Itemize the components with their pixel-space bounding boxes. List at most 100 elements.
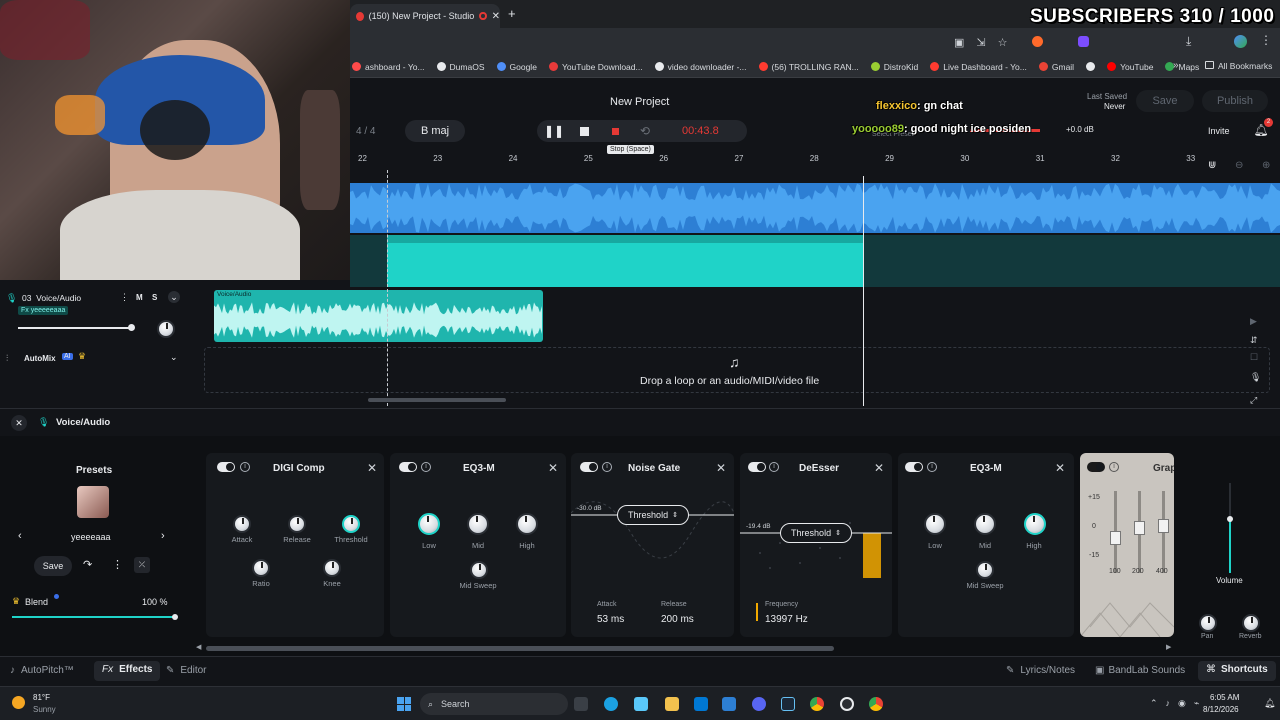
low-knob[interactable] (924, 513, 946, 535)
time-signature[interactable]: 4 / 4 (356, 126, 375, 137)
profile-avatar[interactable] (1234, 35, 1247, 48)
project-title[interactable]: New Project (610, 96, 669, 108)
info-icon[interactable]: i (421, 462, 431, 472)
threshold-control[interactable]: Threshold ⇕ (617, 505, 689, 525)
frequency-value[interactable]: 13997 Hz (765, 614, 808, 625)
horizontal-scrollbar[interactable] (368, 398, 506, 402)
record-button[interactable] (607, 123, 623, 139)
knee-knob[interactable] (323, 559, 341, 577)
eq-fader-handle[interactable] (1110, 531, 1121, 545)
notification-center-icon[interactable]: 🔔︎ (1264, 698, 1275, 709)
fx-chip[interactable]: Fx yeeeeeaaa (18, 306, 69, 315)
steam-icon[interactable] (781, 697, 795, 711)
bookmark-item[interactable]: video downloader -... (654, 62, 747, 72)
low-knob[interactable] (418, 513, 440, 535)
fx-toggle[interactable] (1087, 462, 1105, 472)
bandlab-sounds-button[interactable]: ▣ BandLab Sounds (1095, 665, 1185, 676)
loop-library-icon[interactable]: ⇵ (1250, 335, 1258, 346)
voice-audio-clip[interactable]: Voice/Audio (214, 290, 543, 342)
bookmark-item[interactable]: Live Dashboard - Yo... (930, 62, 1027, 72)
info-icon[interactable]: i (927, 462, 937, 472)
pause-button[interactable]: ❚❚ (544, 123, 564, 139)
weather-icon[interactable] (12, 696, 25, 709)
mid-sweep-knob[interactable] (976, 561, 994, 579)
info-icon[interactable]: i (602, 462, 612, 472)
bookmark-item[interactable]: YouTube (1107, 62, 1153, 72)
expand-track-icon[interactable]: ⌄ (168, 291, 180, 303)
fx-scroll-left-icon[interactable]: ◀ (196, 643, 201, 651)
chrome-icon-2[interactable] (869, 697, 883, 711)
bookmark-item[interactable]: (56) TROLLING RAN... (758, 62, 859, 72)
drop-zone[interactable]: ♫ Drop a loop or an audio/MIDI/video fil… (204, 347, 1270, 393)
stop-button[interactable] (576, 123, 592, 139)
start-button[interactable] (397, 697, 411, 711)
chrome-icon[interactable] (810, 697, 824, 711)
close-fx-card-icon[interactable]: ✕ (367, 461, 377, 475)
shortcuts-button[interactable]: ⌘ Shortcuts (1198, 661, 1276, 681)
playhead[interactable] (863, 176, 864, 406)
mid-knob[interactable] (974, 513, 996, 535)
eq-fader-handle[interactable] (1134, 521, 1145, 535)
tray-icons[interactable]: ⌃♪◉⌁ (1150, 698, 1207, 709)
mid-knob[interactable] (467, 513, 489, 535)
solo-button[interactable]: S (152, 293, 157, 302)
close-fx-card-icon[interactable]: ✕ (548, 461, 558, 475)
chat-icon[interactable]: ☐ (1250, 352, 1258, 363)
microphone-icon[interactable]: 🎙︎ (1250, 372, 1261, 383)
release-knob[interactable] (288, 515, 306, 533)
threshold-knob[interactable] (342, 515, 360, 533)
track-volume-handle[interactable] (128, 324, 135, 331)
track-menu-icon[interactable]: ⋮ (120, 292, 129, 303)
close-fx-card-icon[interactable]: ✕ (716, 461, 726, 475)
next-preset-icon[interactable]: › (161, 530, 165, 542)
photos-icon[interactable] (634, 697, 648, 711)
discord-icon[interactable] (752, 697, 766, 711)
automix-expand-icon[interactable]: ⌄ (170, 352, 178, 363)
fx-toggle[interactable] (217, 462, 235, 472)
track-pan-knob[interactable] (157, 320, 175, 338)
info-icon[interactable]: i (769, 462, 779, 472)
save-project-button[interactable]: Save (1136, 90, 1194, 112)
bookmark-item[interactable]: DumaOS (436, 62, 485, 72)
fx-scroll-right-icon[interactable]: ▶ (1166, 643, 1171, 651)
close-fx-card-icon[interactable]: ✕ (874, 461, 884, 475)
play-preview-icon[interactable]: ▶ (1250, 316, 1257, 327)
preset-menu-icon[interactable]: ⋮ (112, 558, 123, 571)
new-tab-button[interactable]: + (508, 6, 516, 21)
browser-menu-icon[interactable]: ⋮ (1260, 33, 1272, 47)
file-explorer-icon[interactable] (665, 697, 679, 711)
more-bookmarks[interactable]: » (1173, 60, 1179, 71)
fx-scrollbar[interactable] (206, 646, 834, 651)
fx-toggle[interactable] (905, 462, 923, 472)
expand-icon[interactable]: ⤢ (1250, 395, 1257, 406)
info-icon[interactable]: i (240, 462, 250, 472)
fx-toggle[interactable] (399, 462, 417, 472)
preset-thumbnail[interactable] (77, 486, 109, 518)
store-icon[interactable] (722, 697, 736, 711)
key-selector[interactable]: B maj (405, 120, 465, 142)
loop-marker[interactable] (387, 170, 388, 406)
high-knob[interactable] (1024, 513, 1046, 535)
high-knob[interactable] (516, 513, 538, 535)
ratio-knob[interactable] (252, 559, 270, 577)
attack-knob[interactable] (233, 515, 251, 533)
mute-button[interactable]: M (136, 293, 143, 302)
lyrics-button[interactable]: ✎ Lyrics/Notes (1006, 665, 1075, 676)
outlook-icon[interactable] (694, 697, 708, 711)
obs-icon[interactable] (840, 697, 854, 711)
bookmark-item[interactable] (1086, 62, 1096, 71)
track-name[interactable]: 03 Voice/Audio (22, 293, 81, 303)
release-value[interactable]: 200 ms (661, 614, 694, 625)
invite-button[interactable]: Invite (1208, 126, 1230, 136)
volume-fader-handle[interactable] (1227, 516, 1233, 522)
deesser-threshold-control[interactable]: Threshold ⇕ (780, 523, 852, 543)
track-volume-slider[interactable] (18, 327, 132, 329)
zoom-out-icon[interactable]: ⊖ (1235, 160, 1243, 171)
bookmark-item[interactable]: Gmail (1038, 62, 1074, 72)
bookmark-item[interactable]: DistroKid (870, 62, 918, 72)
info-icon[interactable]: i (1109, 462, 1119, 472)
reverb-knob[interactable] (1242, 614, 1260, 632)
preset-name[interactable]: yeeeeaaa (71, 532, 111, 542)
all-bookmarks[interactable]: All Bookmarks (1205, 61, 1272, 71)
download-icon[interactable]: ⤓ (1186, 34, 1191, 49)
